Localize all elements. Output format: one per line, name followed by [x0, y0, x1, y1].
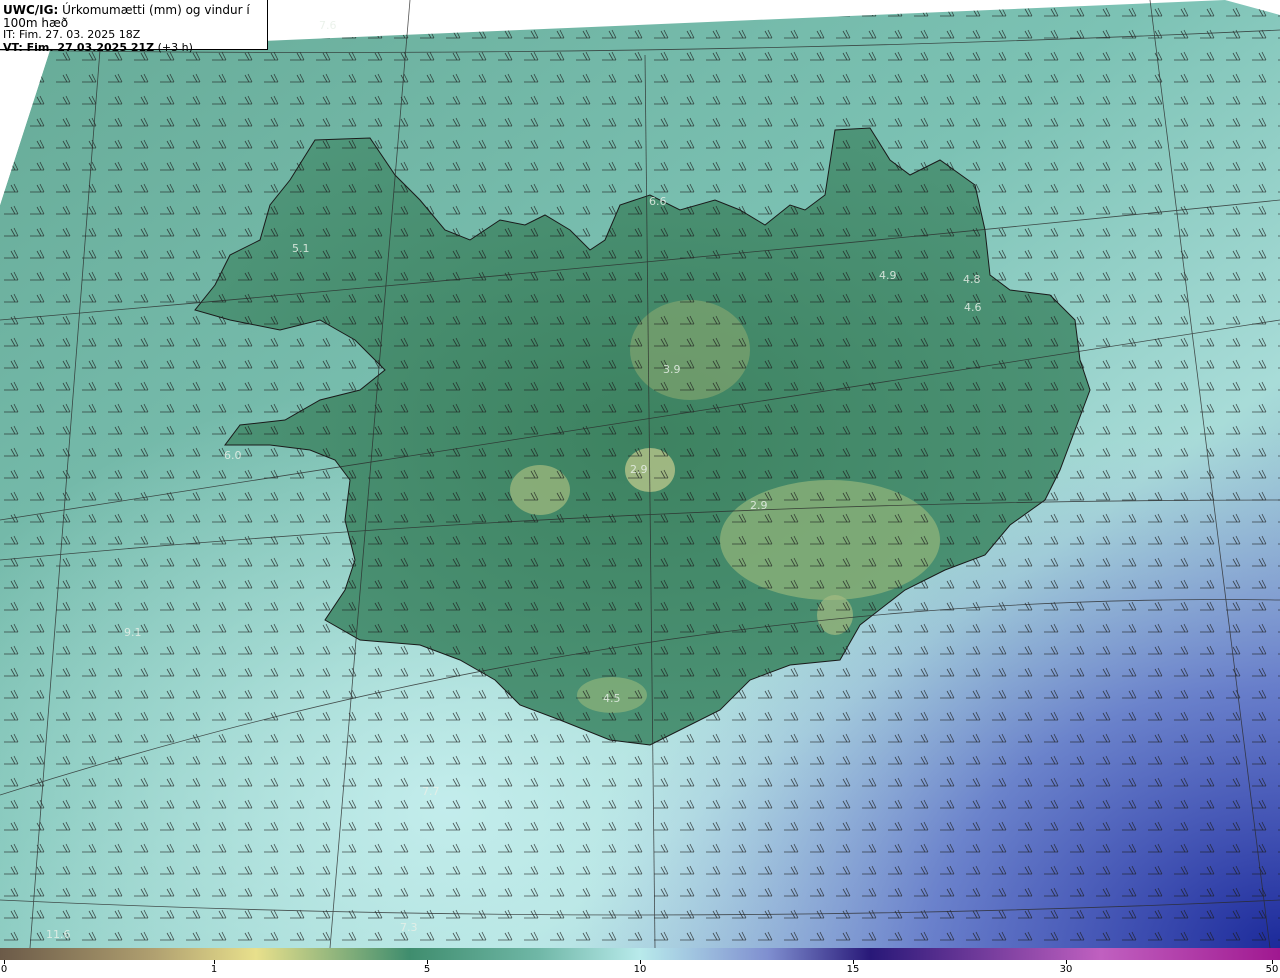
- colorbar-gradient: [0, 948, 1280, 960]
- colorbar-tick-label: 0: [0, 964, 8, 975]
- valid-time: VT: Fim. 27.03.2025 21Z: [3, 40, 155, 54]
- map-value-label: 4.5: [603, 692, 621, 705]
- colorbar-tick-label: 5: [423, 964, 431, 975]
- map-value-label: 6.0: [224, 449, 242, 462]
- map-value-label: 7.7: [422, 785, 440, 798]
- map-value-label: 5.1: [292, 242, 310, 255]
- map-value-label: 4.6: [964, 301, 982, 314]
- map-value-label: 4.8: [963, 273, 981, 286]
- map-value-label: 7.6: [319, 19, 337, 32]
- map-value-label: 2.9: [630, 463, 648, 476]
- title-line: UWC/IG: Úrkomumætti (mm) og vindur í 100…: [3, 4, 264, 29]
- map-value-label: 3.9: [663, 363, 681, 376]
- map-value-label: 4.9: [879, 269, 897, 282]
- colorbar: [0, 948, 1280, 960]
- info-box: UWC/IG: Úrkomumætti (mm) og vindur í 100…: [0, 0, 268, 53]
- map-value-label: 2.9: [750, 499, 768, 512]
- colorbar-tick-label: 10: [633, 964, 647, 975]
- valid-time-line: VT: Fim. 27.03.2025 21Z (+3 h): [3, 40, 264, 55]
- colorbar-tick-label: 30: [1059, 964, 1073, 975]
- map-value-label: 9.1: [124, 626, 142, 639]
- colorbar-ticks: 0 1 5 10 15 30 50: [0, 960, 1280, 978]
- map-value-label: 7.3: [400, 921, 418, 934]
- map-value-label: 11.6: [46, 928, 71, 941]
- valid-offset: (+3 h): [157, 40, 193, 54]
- colorbar-tick-label: 50: [1265, 964, 1279, 975]
- colorbar-tick-label: 15: [846, 964, 860, 975]
- map-value-label: 6.6: [649, 195, 667, 208]
- colorbar-tick-label: 1: [210, 964, 218, 975]
